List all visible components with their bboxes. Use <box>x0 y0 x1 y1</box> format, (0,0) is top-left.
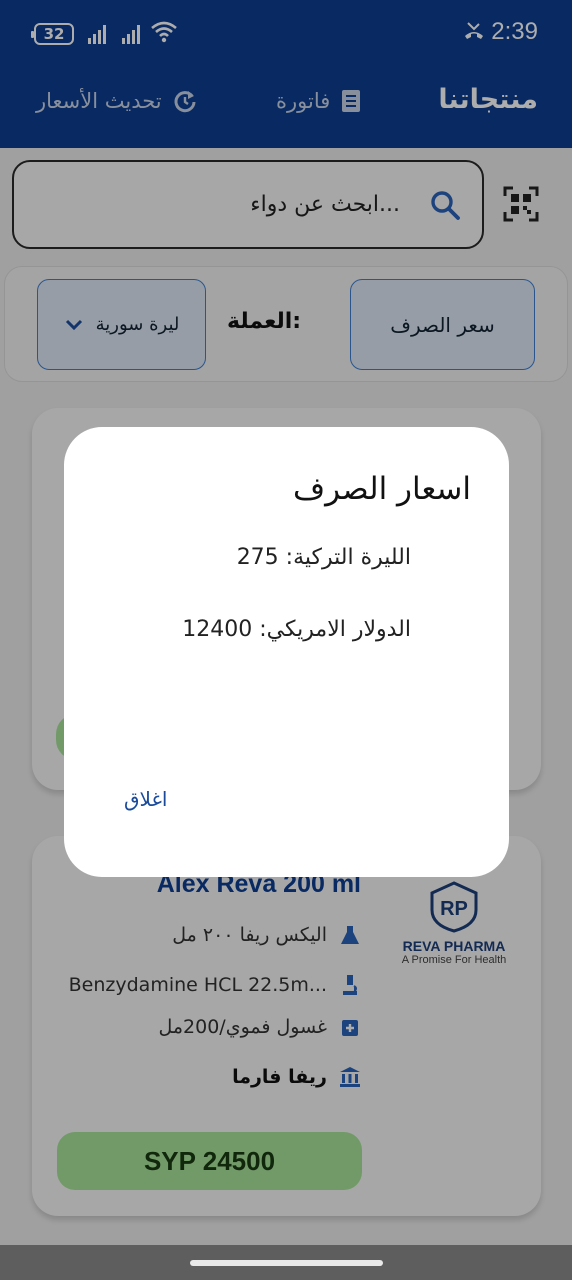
usd-rate: الدولار الامريكي: 12400 <box>182 617 411 642</box>
try-rate: الليرة التركية: 275 <box>236 545 411 570</box>
home-gesture-handle[interactable] <box>190 1260 383 1266</box>
close-button[interactable]: اغلاق <box>124 787 167 811</box>
exchange-rates-dialog: اسعار الصرف الليرة التركية: 275 الدولار … <box>64 427 509 877</box>
system-nav-bar <box>0 1245 572 1280</box>
dialog-title: اسعار الصرف <box>293 471 471 507</box>
